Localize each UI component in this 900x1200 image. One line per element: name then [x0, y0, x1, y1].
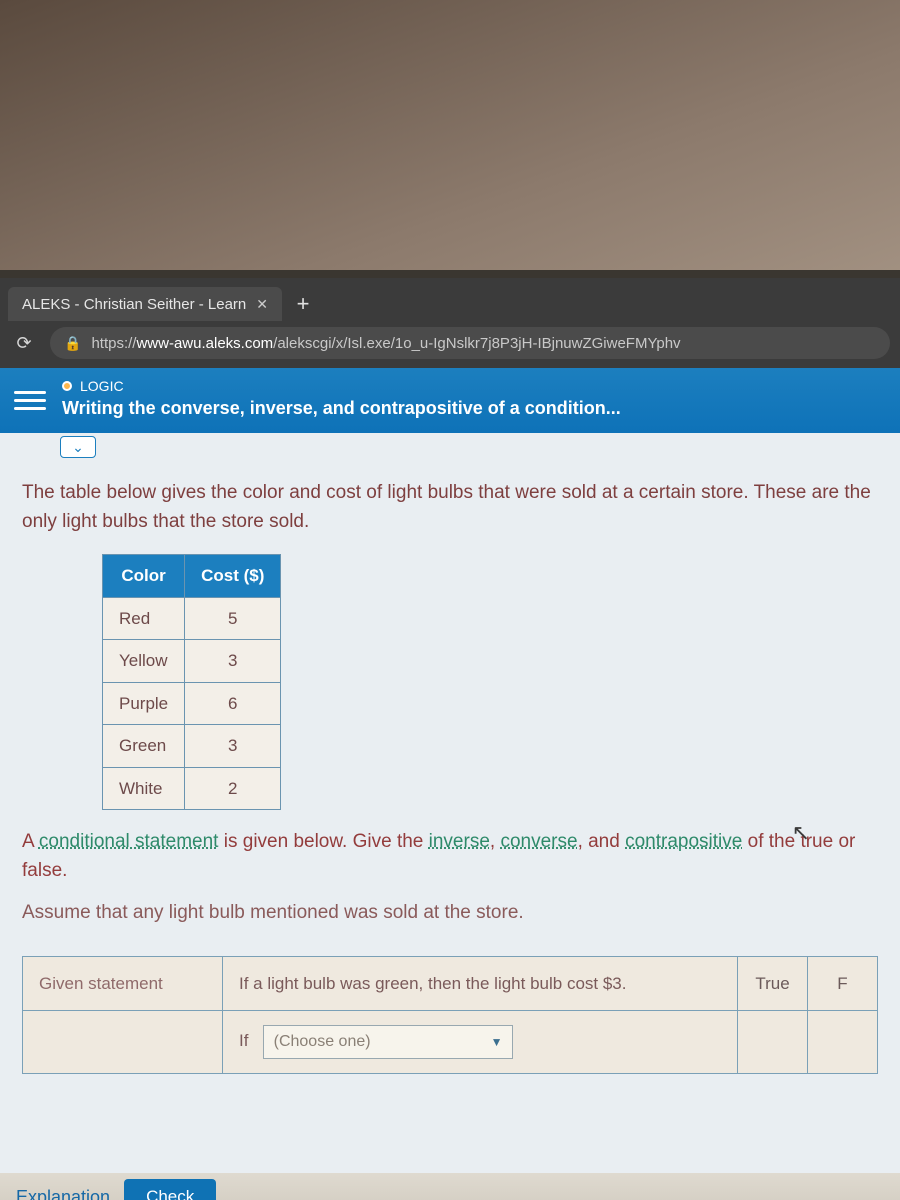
breadcrumb: LOGIC [62, 378, 621, 394]
if-prefix: If [239, 1031, 248, 1050]
cell-cost: 5 [185, 597, 281, 640]
close-icon[interactable]: ✕ [256, 296, 268, 313]
chevron-down-icon: ▼ [491, 1033, 503, 1051]
breadcrumb-label: LOGIC [80, 378, 124, 394]
col-header-cost: Cost ($) [185, 555, 281, 598]
menu-icon[interactable] [14, 384, 46, 416]
given-label: Given statement [23, 956, 223, 1011]
cursor-icon: ↖ [792, 816, 810, 849]
cell-color: Red [103, 597, 185, 640]
t: is given below. Give the [218, 831, 428, 852]
term-conditional[interactable]: conditional statement [39, 831, 219, 852]
true-cell[interactable]: True [738, 956, 808, 1011]
browser-tab[interactable]: ALEKS - Christian Seither - Learn ✕ [8, 287, 282, 321]
refresh-icon[interactable]: ⟳ [10, 329, 38, 357]
true-cell-2[interactable] [738, 1011, 808, 1074]
tab-title: ALEKS - Christian Seither - Learn [22, 296, 246, 313]
url-prefix: https:// [91, 335, 136, 352]
cell-color: Purple [103, 682, 185, 725]
t: A [22, 831, 39, 852]
lock-icon: 🔒 [64, 335, 81, 352]
table-row: Red 5 [103, 597, 281, 640]
answer-label [23, 1011, 223, 1074]
page-title: Writing the converse, inverse, and contr… [62, 398, 621, 419]
given-text: If a light bulb was green, then the ligh… [223, 956, 738, 1011]
choose-dropdown[interactable]: (Choose one) ▼ [263, 1025, 514, 1059]
false-cell[interactable]: F [808, 956, 878, 1011]
answer-row: If (Choose one) ▼ [23, 1011, 878, 1074]
table-row: Green 3 [103, 725, 281, 768]
toolbar: ⟳ 🔒 https://www-awu.aleks.com/alekscgi/x… [0, 324, 900, 368]
t: , [490, 831, 501, 852]
cell-color: Green [103, 725, 185, 768]
table-row: White 2 [103, 767, 281, 810]
explanation-button[interactable]: Explanation [16, 1184, 110, 1200]
footer-bar: Explanation Check [0, 1173, 900, 1200]
dropdown-placeholder: (Choose one) [274, 1030, 371, 1054]
cell-cost: 2 [185, 767, 281, 810]
table-row: Purple 6 [103, 682, 281, 725]
header-text: LOGIC Writing the converse, inverse, and… [62, 378, 621, 419]
term-contrapositive[interactable]: contrapositive [625, 831, 742, 852]
new-tab-button[interactable]: + [288, 289, 318, 319]
collapse-row: ⌄ [0, 433, 900, 461]
intro-text: The table below gives the color and cost… [22, 479, 878, 536]
term-inverse[interactable]: inverse [429, 831, 490, 852]
assume-text: Assume that any light bulb mentioned was… [22, 899, 878, 928]
chevron-down-icon: ⌄ [72, 439, 84, 456]
section-dot-icon [62, 381, 72, 391]
cell-cost: 6 [185, 682, 281, 725]
cell-cost: 3 [185, 725, 281, 768]
url-path: /alekscgi/x/Isl.exe/1o_u-IgNslkr7j8P3jH-… [273, 335, 680, 352]
tab-strip: ALEKS - Christian Seither - Learn ✕ + [0, 284, 900, 324]
cell-color: Yellow [103, 640, 185, 683]
instruction-text: A conditional statement is given below. … [22, 828, 878, 885]
browser-chrome: ALEKS - Christian Seither - Learn ✕ + ⟳ … [0, 278, 900, 368]
t: , and [578, 831, 626, 852]
term-converse[interactable]: converse [500, 831, 577, 852]
app-header: LOGIC Writing the converse, inverse, and… [0, 368, 900, 433]
false-cell-2[interactable] [808, 1011, 878, 1074]
cell-cost: 3 [185, 640, 281, 683]
statement-table: Given statement If a light bulb was gree… [22, 956, 878, 1075]
check-button[interactable]: Check [124, 1179, 216, 1200]
collapse-toggle[interactable]: ⌄ [60, 436, 96, 458]
color-cost-table: Color Cost ($) Red 5 Yellow 3 Purple 6 G… [102, 554, 281, 810]
col-header-color: Color [103, 555, 185, 598]
given-row: Given statement If a light bulb was gree… [23, 956, 878, 1011]
address-bar[interactable]: 🔒 https://www-awu.aleks.com/alekscgi/x/I… [50, 327, 890, 359]
problem-area: The table below gives the color and cost… [0, 461, 900, 1200]
answer-cell: If (Choose one) ▼ [223, 1011, 738, 1074]
url-host: www-awu.aleks.com [136, 335, 273, 352]
cell-color: White [103, 767, 185, 810]
table-row: Yellow 3 [103, 640, 281, 683]
